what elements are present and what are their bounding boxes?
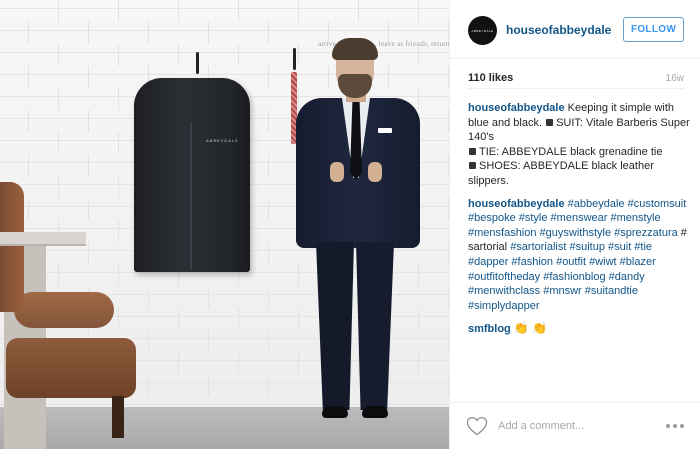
brick-wall xyxy=(0,0,449,22)
left-hand xyxy=(330,162,344,182)
garment-bag: ABBEYDALE xyxy=(134,78,250,272)
right-trouser-leg xyxy=(356,242,394,410)
left-shoe xyxy=(322,406,348,418)
hashtags-comment: houseofabbeydale #abbeydale #customsuit … xyxy=(468,197,690,314)
post-timestamp[interactable]: 16w xyxy=(666,73,684,84)
leather-chair-arm xyxy=(14,292,114,328)
divider xyxy=(468,88,684,89)
garment-bag-zipper xyxy=(190,122,192,270)
heart-icon[interactable] xyxy=(466,416,488,436)
comments-list: houseofabbeydale Keeping it simple with … xyxy=(468,101,690,345)
dot xyxy=(673,424,677,428)
caption-shoes: SHOES: ABBEYDALE black leather slippers. xyxy=(468,160,654,187)
caption-username-link[interactable]: houseofabbeydale xyxy=(468,102,565,114)
smfblog-comment: smfblog 👏 👏 xyxy=(468,321,690,337)
dot xyxy=(680,424,684,428)
avatar-logo-text: ABBEYDALE xyxy=(471,28,494,33)
left-trouser-leg xyxy=(316,242,354,410)
caption-tie: TIE: ABBEYDALE black grenadine tie xyxy=(479,145,663,158)
post-sidebar: ABBEYDALE houseofabbeydale FOLLOW 110 li… xyxy=(449,0,700,449)
likes-count[interactable]: 110 likes xyxy=(468,72,513,84)
post-photo[interactable]: arrive as strangers, leave as friends, r… xyxy=(0,0,449,449)
post-footer xyxy=(450,402,700,449)
more-options-icon[interactable] xyxy=(666,419,686,433)
caption-comment: houseofabbeydale Keeping it simple with … xyxy=(468,101,690,189)
leather-chair-back xyxy=(0,182,24,312)
add-comment-input[interactable] xyxy=(498,417,648,435)
instagram-post: arrive as strangers, leave as friends, r… xyxy=(0,0,700,449)
hair xyxy=(332,38,378,60)
black-square-icon xyxy=(546,118,554,126)
beard xyxy=(338,74,372,98)
man-in-suit xyxy=(292,36,432,436)
black-square-icon xyxy=(469,162,476,170)
post-meta: 110 likes 16w xyxy=(468,72,684,88)
smfblog-username-link[interactable]: smfblog xyxy=(468,323,511,335)
post-header: ABBEYDALE houseofabbeydale FOLLOW xyxy=(450,0,700,59)
side-table-top xyxy=(0,232,86,246)
pocket-square xyxy=(378,128,392,133)
black-square-icon xyxy=(469,147,476,155)
chair-leg xyxy=(112,396,124,438)
dot xyxy=(666,424,670,428)
leather-chair-seat xyxy=(6,338,136,398)
caption-line-tie: TIE: ABBEYDALE black grenadine tie xyxy=(468,145,690,160)
caption-line-shoes: SHOES: ABBEYDALE black leather slippers. xyxy=(468,159,690,188)
header-username-link[interactable]: houseofabbeydale xyxy=(506,23,611,37)
avatar[interactable]: ABBEYDALE xyxy=(468,16,497,45)
follow-button[interactable]: FOLLOW xyxy=(623,17,684,42)
right-hand xyxy=(368,162,382,182)
hashtags-username-link[interactable]: houseofabbeydale xyxy=(468,198,565,210)
clapping-hands-icon: 👏 👏 xyxy=(513,321,548,336)
right-shoe xyxy=(362,406,388,418)
garment-bag-logo: ABBEYDALE xyxy=(206,138,239,143)
wall-hook xyxy=(196,52,199,74)
